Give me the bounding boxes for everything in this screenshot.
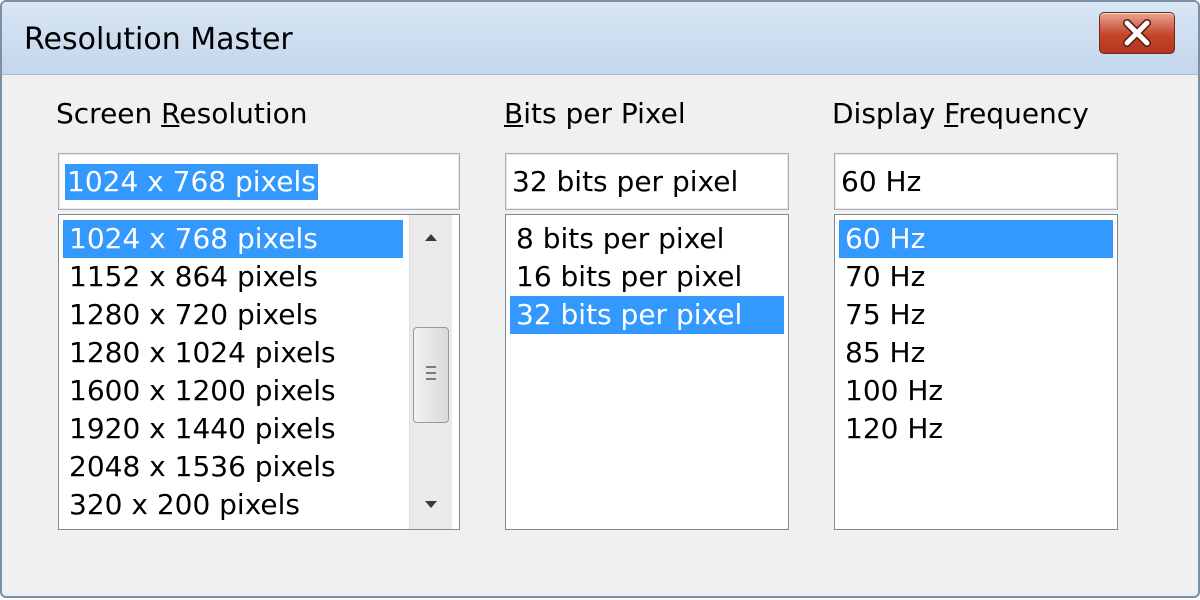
list-item[interactable]: 16 bits per pixel [510,258,784,296]
list-item[interactable]: 1280 x 1024 pixels [63,334,403,372]
list-item[interactable]: 60 Hz [839,220,1113,258]
scroll-thumb[interactable] [413,327,449,423]
resolution-list[interactable]: 1024 x 768 pixels 1152 x 864 pixels 1280 x… [58,214,460,530]
list-item[interactable]: 1280 x 720 pixels [63,296,403,334]
display-frequency-value: 60 Hz [841,165,922,198]
screen-resolution-label: Screen Resolution [56,97,307,130]
display-frequency-label: Display Frequency [832,97,1089,130]
window-title: Resolution Master [24,22,293,57]
list-item[interactable]: 75 Hz [839,296,1113,334]
list-item[interactable]: 1600 x 1200 pixels [63,372,403,410]
resolution-input[interactable]: 1024 x 768 pixels [58,153,460,210]
bits-per-pixel-list[interactable]: 8 bits per pixel 16 bits per pixel 32 bits… [505,214,789,530]
list-item[interactable]: 85 Hz [839,334,1113,372]
resolution-scrollbar[interactable] [409,215,452,529]
display-frequency-input[interactable]: 60 Hz [834,153,1118,210]
list-item[interactable]: 8 bits per pixel [510,220,784,258]
title-bar[interactable]: Resolution Master [2,2,1198,75]
resolution-master-window: Resolution Master Screen Resolution 1024… [0,0,1200,598]
label-text: Screen [56,97,162,130]
label-accelerator: R [161,97,180,130]
label-accelerator: F [944,97,959,130]
chevron-down-icon [425,501,437,508]
bits-per-pixel-input[interactable]: 32 bits per pixel [505,153,789,210]
list-item[interactable]: 100 Hz [839,372,1113,410]
list-item[interactable]: 1152 x 864 pixels [63,258,403,296]
list-item[interactable]: 2048 x 1536 pixels [63,448,403,486]
scroll-up-arrow[interactable] [410,215,452,255]
label-text: its per Pixel [523,97,686,130]
list-item[interactable]: 1920 x 1440 pixels [63,410,403,448]
label-accelerator: B [504,97,524,130]
bits-per-pixel-label: Bits per Pixel [504,97,686,130]
list-item[interactable]: 1024 x 768 pixels [63,220,403,258]
label-text: esolution [179,97,308,130]
list-item[interactable]: 70 Hz [839,258,1113,296]
close-icon [1123,19,1151,47]
chevron-up-icon [425,234,437,241]
list-item[interactable]: 320 x 200 pixels [63,486,403,524]
resolution-value: 1024 x 768 pixels [65,164,318,200]
display-frequency-list[interactable]: 60 Hz 70 Hz 75 Hz 85 Hz 100 Hz 120 Hz [834,214,1118,530]
list-item[interactable]: 120 Hz [839,410,1113,448]
list-item[interactable]: 32 bits per pixel [510,296,784,334]
bits-per-pixel-value: 32 bits per pixel [512,165,739,198]
scroll-down-arrow[interactable] [410,487,452,527]
close-button[interactable] [1099,12,1175,54]
label-text: requency [958,97,1089,130]
label-text: Display [832,97,945,130]
